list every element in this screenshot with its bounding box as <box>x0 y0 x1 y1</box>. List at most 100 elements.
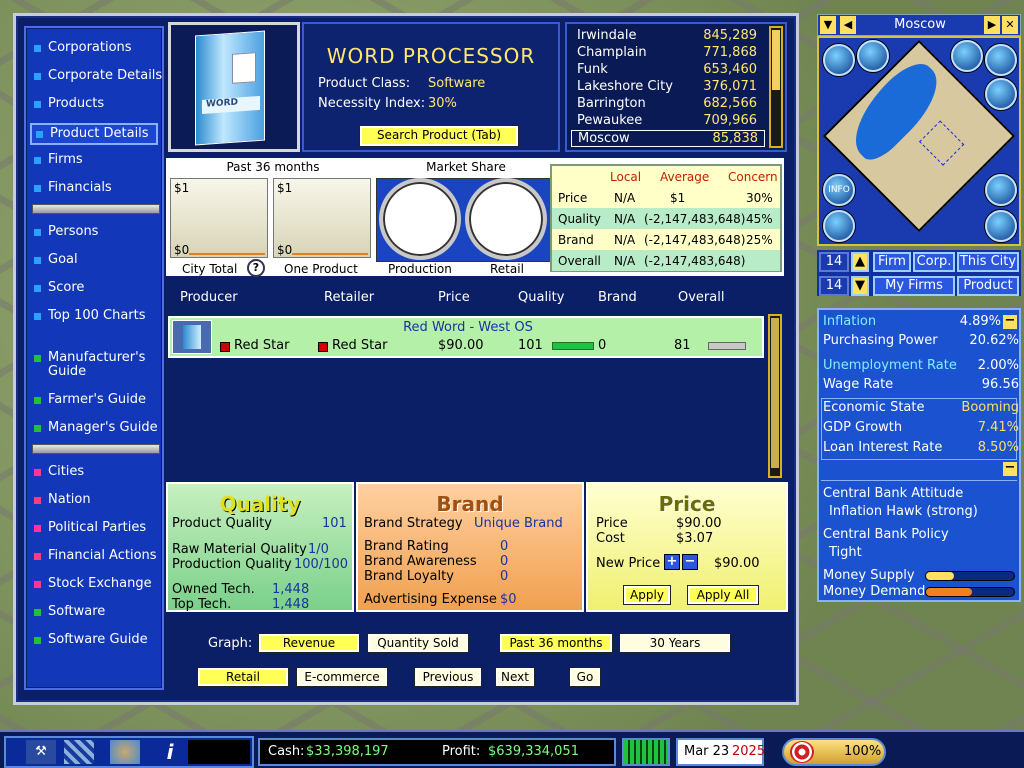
city-row[interactable]: Pewaukee 709,966 <box>577 113 757 128</box>
finance-summary: Cash: $33,398,197 Profit: $639,334,051 <box>258 738 616 766</box>
nav-corporate-details[interactable]: Corporate Details <box>34 69 162 83</box>
nav-stock-exchange[interactable]: Stock Exchange <box>34 577 152 591</box>
nav-corporations[interactable]: Corporations <box>34 41 132 55</box>
minimap-viewport[interactable] <box>919 120 965 166</box>
down-arrow-icon[interactable]: ▼ <box>851 276 869 296</box>
nav-product-details[interactable]: Product Details <box>30 123 158 145</box>
list-scrollbar[interactable] <box>768 314 782 478</box>
my-firms-button[interactable]: My Firms <box>873 276 955 296</box>
bullet-icon <box>34 424 41 432</box>
collapse-icon[interactable]: − <box>1003 461 1017 476</box>
info-icon[interactable]: i <box>158 740 182 764</box>
col-producer[interactable]: Producer <box>180 290 238 305</box>
col-retailer[interactable]: Retailer <box>324 290 374 305</box>
past-36-months-button[interactable]: Past 36 months <box>500 634 612 652</box>
collapse-icon[interactable]: − <box>1003 314 1017 329</box>
tools-icon[interactable]: ⚒ <box>26 740 56 764</box>
grid-map-icon[interactable] <box>64 740 94 764</box>
building-icon[interactable] <box>823 44 855 76</box>
nav-financials[interactable]: Financials <box>34 181 112 195</box>
this-city-button[interactable]: This City <box>957 252 1019 272</box>
nav-software-guide[interactable]: Software Guide <box>34 633 148 647</box>
info-icon[interactable]: INFO <box>823 174 855 206</box>
city-row[interactable]: Champlain 771,868 <box>577 45 757 60</box>
scroll-thumb[interactable] <box>772 30 780 90</box>
firm-button[interactable]: Firm <box>873 252 911 272</box>
bullet-icon <box>34 184 41 192</box>
chart-up-icon[interactable] <box>951 40 983 72</box>
price-panel: Price Price $90.00 Cost $3.07 New Price … <box>586 482 788 612</box>
up-arrow-icon[interactable]: ▲ <box>851 252 869 272</box>
minimap[interactable]: INFO <box>817 36 1021 246</box>
col-overall[interactable]: Overall <box>678 290 724 305</box>
city-list-scrollbar[interactable] <box>769 26 783 148</box>
col-quality[interactable]: Quality <box>518 290 564 305</box>
quantity-sold-button[interactable]: Quantity Sold <box>368 634 468 652</box>
retail-button[interactable]: Retail <box>198 668 288 686</box>
apply-all-button[interactable]: Apply All <box>688 586 758 604</box>
nav-nation[interactable]: Nation <box>34 493 91 507</box>
apply-button[interactable]: Apply <box>624 586 670 604</box>
nav-software[interactable]: Software <box>34 605 105 619</box>
nav-top-100-charts[interactable]: Top 100 Charts <box>34 309 146 323</box>
pickaxe-icon[interactable] <box>985 44 1017 76</box>
city-row[interactable]: Lakeshore City 376,071 <box>577 79 757 94</box>
revenue-button[interactable]: Revenue <box>259 634 359 652</box>
city-row[interactable]: Barrington 682,566 <box>577 96 757 111</box>
money-icon[interactable] <box>857 40 889 72</box>
factory-icon[interactable] <box>823 210 855 242</box>
nav-goal[interactable]: Goal <box>34 253 78 267</box>
dropdown-arrow-icon[interactable]: ▼ <box>820 16 836 34</box>
nav-cities[interactable]: Cities <box>34 465 84 479</box>
nav-farmers-guide[interactable]: Farmer's Guide <box>34 393 146 407</box>
nav-score[interactable]: Score <box>34 281 84 295</box>
approval-rating[interactable]: 100% <box>782 738 886 766</box>
nav-financial-actions[interactable]: Financial Actions <box>34 549 157 563</box>
advertising-expense-value: $0 <box>500 592 517 607</box>
next-button[interactable]: Next <box>496 668 534 686</box>
city-row-selected[interactable]: Moscow 85,838 <box>571 130 765 147</box>
table-row: Price N/A $1 30% <box>552 187 780 208</box>
new-price-value: $90.00 <box>714 556 760 571</box>
brand-loyalty-label: Brand Loyalty <box>364 569 454 584</box>
help-icon[interactable]: ? <box>247 259 265 277</box>
city-row[interactable]: Funk 653,460 <box>577 62 757 77</box>
nav-firms[interactable]: Firms <box>34 153 83 167</box>
list-item[interactable]: Red Word - West OS Red Star Red Star $90… <box>168 316 764 358</box>
search-product-button[interactable]: Search Product (Tab) <box>360 126 518 146</box>
brand-strategy-value[interactable]: Unique Brand <box>474 516 563 531</box>
ecommerce-button[interactable]: E-commerce <box>297 668 387 686</box>
scroll-thumb[interactable] <box>771 318 779 468</box>
col-brand[interactable]: Brand <box>598 290 637 305</box>
raw-material-value: 1/0 <box>308 542 329 557</box>
nav-political-parties[interactable]: Political Parties <box>34 521 146 535</box>
decrease-price-icon[interactable]: − <box>682 554 698 570</box>
production-pie-chart <box>379 178 461 260</box>
game-speed-indicator[interactable] <box>622 738 670 766</box>
product-class-value: Software <box>428 76 486 91</box>
advertising-expense-label: Advertising Expense <box>364 592 497 607</box>
col-price[interactable]: Price <box>438 290 470 305</box>
increase-price-icon[interactable]: + <box>664 554 680 570</box>
brand-awareness-label: Brand Awareness <box>364 554 477 569</box>
quality-panel: Quality Product Quality 101 Raw Material… <box>166 482 354 612</box>
corp-button[interactable]: Corp. <box>913 252 955 272</box>
go-button[interactable]: Go <box>570 668 600 686</box>
nav-managers-guide[interactable]: Manager's Guide <box>34 421 158 435</box>
next-city-icon[interactable]: ▶ <box>984 16 1000 34</box>
city-row[interactable]: Irwindale 845,289 <box>577 28 757 43</box>
nav-products[interactable]: Products <box>34 97 104 111</box>
store-icon[interactable] <box>985 210 1017 242</box>
message-box <box>188 740 250 764</box>
world-map-icon[interactable] <box>110 740 140 764</box>
30-years-button[interactable]: 30 Years <box>620 634 730 652</box>
tower-icon[interactable] <box>985 174 1017 206</box>
retail-pie-chart <box>465 178 547 260</box>
nav-persons[interactable]: Persons <box>34 225 98 239</box>
product-button[interactable]: Product <box>957 276 1019 296</box>
close-icon[interactable]: ✕ <box>1002 16 1018 34</box>
link-icon[interactable] <box>985 78 1017 110</box>
previous-button[interactable]: Previous <box>415 668 481 686</box>
nav-manufacturers-guide[interactable]: Manufacturer's Guide <box>34 351 145 379</box>
prev-city-icon[interactable]: ◀ <box>840 16 856 34</box>
